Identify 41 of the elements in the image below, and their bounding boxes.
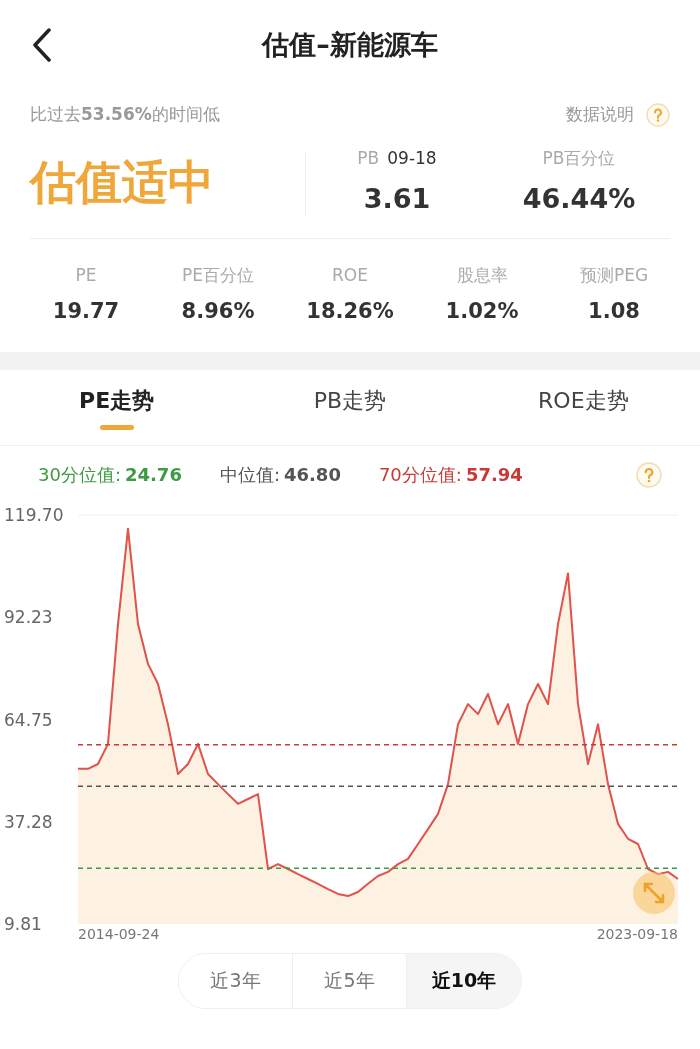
pb-date: 09-18 [387, 146, 437, 170]
metric-value: 18.26% [306, 298, 394, 325]
page-title: 估值–新能源车 [262, 27, 438, 62]
valuation-verdict: 估值适中 [30, 154, 215, 211]
metric-label: PE [75, 263, 97, 287]
y-axis-label: 119.70 [4, 504, 64, 525]
metric-value: 1.08 [588, 298, 640, 325]
metric-label: 股息率 [456, 263, 508, 287]
y-axis-label: 92.23 [4, 606, 53, 627]
help-icon[interactable] [646, 102, 670, 127]
x-axis-label: 2023-09-18 [596, 924, 678, 944]
reference-value: 57.94 [465, 463, 523, 487]
help-icon[interactable] [636, 461, 662, 488]
y-axis-label: 37.28 [4, 811, 53, 832]
y-axis-label: 9.81 [4, 913, 42, 934]
metric-label: PE百分位 [182, 263, 254, 287]
chart-tab[interactable]: PB走势 [233, 369, 467, 445]
chart-tab[interactable]: PE走势 [0, 369, 234, 445]
percentile-note: 比过去53.56%的时间低 [30, 103, 220, 126]
metric-label: 预测PEG [579, 263, 649, 287]
expand-icon [642, 880, 666, 905]
expand-button[interactable] [633, 871, 675, 914]
reference-label: 70分位值: [378, 463, 462, 487]
pb-label: PB [357, 146, 380, 170]
x-axis-label: 2014-09-24 [78, 924, 160, 944]
back-icon[interactable] [32, 28, 52, 62]
reference-label: 中位值: [219, 463, 280, 487]
metric-label: ROE [332, 263, 368, 287]
y-axis-label: 64.75 [4, 709, 53, 729]
pb-percentile-value: 46.44% [522, 182, 636, 216]
metric-value: 8.96% [181, 298, 255, 325]
metric-value: 1.02% [445, 298, 519, 325]
reference-value: 46.80 [284, 463, 341, 487]
chart-tab[interactable]: ROE走势 [466, 369, 700, 445]
pb-value: 3.61 [363, 182, 431, 216]
metric-value: 19.77 [52, 298, 120, 325]
pb-percentile-label: PB百分位 [542, 146, 616, 170]
reference-value: 24.76 [124, 463, 182, 487]
range-button[interactable]: 近3年 [179, 953, 293, 1008]
reference-label: 30分位值: [38, 463, 121, 487]
range-button[interactable]: 近10年 [407, 953, 521, 1008]
